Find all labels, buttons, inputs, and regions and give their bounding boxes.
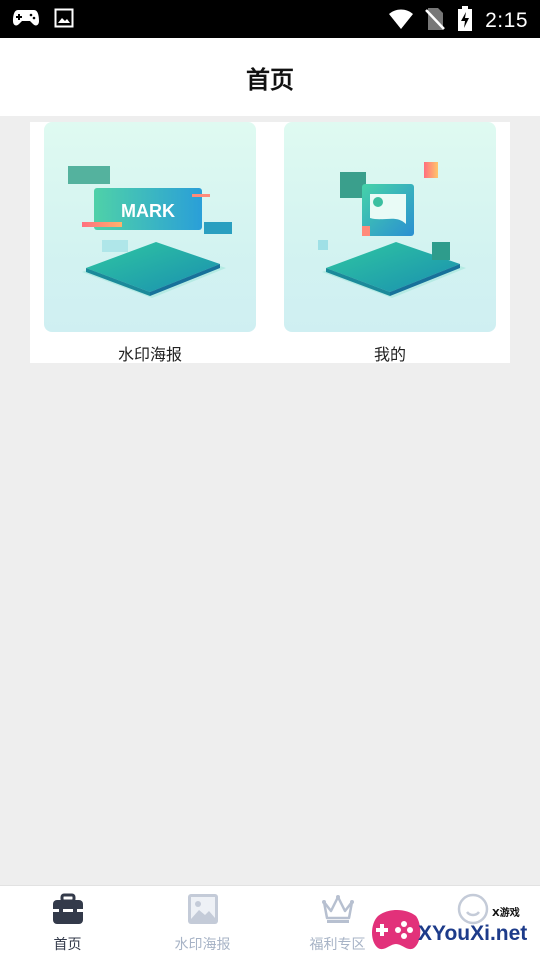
image-icon xyxy=(54,8,74,32)
toolbox-icon xyxy=(51,892,85,926)
gamepad-logo-icon xyxy=(372,910,421,950)
card-label: 我的 xyxy=(373,345,406,364)
main-content: MARK 水印海报 我的 xyxy=(0,116,540,885)
photo-illustration xyxy=(284,122,496,332)
site-watermark: X游戏 XYouXi.net xyxy=(368,900,536,956)
watermark-site-text: XYouXi.net xyxy=(418,922,528,945)
page-title: 首页 xyxy=(246,65,294,94)
card-label: 水印海报 xyxy=(117,345,182,364)
watermark-illustration: MARK xyxy=(44,122,256,332)
app-header: 首页 xyxy=(0,38,540,116)
nav-item-home[interactable]: 首页 xyxy=(0,886,135,960)
crown-icon xyxy=(321,892,355,926)
no-sim-icon xyxy=(425,7,446,35)
feature-card-mine[interactable]: 我的 xyxy=(284,122,496,364)
mark-art-text: MARK xyxy=(121,201,175,221)
nav-item-watermark-poster[interactable]: 水印海报 xyxy=(135,886,270,960)
watermark-small-text: X游戏 xyxy=(492,908,520,919)
nav-label: 水印海报 xyxy=(174,937,231,953)
feature-card-watermark-poster[interactable]: MARK 水印海报 xyxy=(44,122,256,364)
nav-label: 首页 xyxy=(53,937,82,953)
gamepad-icon xyxy=(12,8,40,32)
clock: 2:15 xyxy=(485,9,528,32)
picture-icon xyxy=(186,892,220,926)
status-bar: 2:15 xyxy=(0,0,540,38)
battery-charging-icon xyxy=(457,6,473,36)
wifi-icon xyxy=(389,8,414,34)
feature-grid: MARK 水印海报 我的 xyxy=(30,122,510,364)
